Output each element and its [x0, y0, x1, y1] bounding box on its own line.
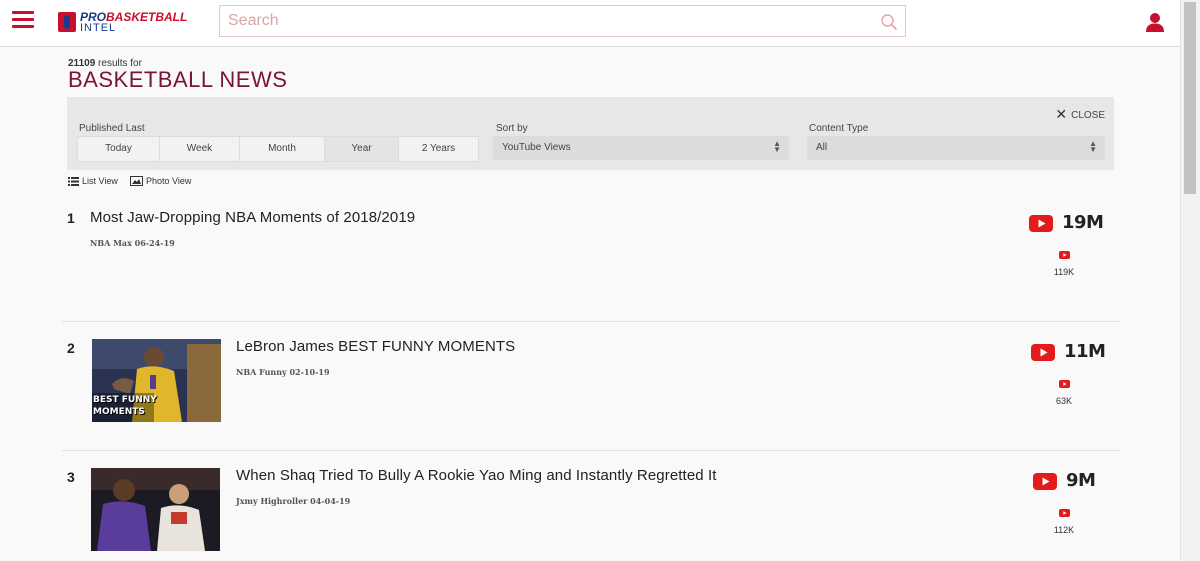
logo-mark-icon: [58, 12, 76, 32]
photo-view-label: Photo View: [146, 176, 192, 186]
view-count: 9M: [1066, 470, 1096, 491]
filter-panel: ✕ CLOSE Published Last Today Week Month Y…: [67, 97, 1114, 170]
search-icon[interactable]: [880, 13, 898, 31]
published-last-label: Published Last: [79, 123, 145, 134]
result-thumbnail[interactable]: BEST FUNNY MOMENTS: [92, 339, 221, 422]
close-filters-button[interactable]: ✕ CLOSE: [1055, 106, 1105, 123]
search-bar: [219, 5, 906, 37]
published-month-option[interactable]: Month: [240, 137, 325, 161]
youtube-small-icon: [1059, 251, 1070, 259]
page-title: BASKETBALL NEWS: [68, 67, 288, 92]
view-count: 19M: [1062, 212, 1104, 233]
like-count: 63K: [1055, 396, 1072, 406]
list-view-label: List View: [82, 176, 118, 186]
list-view-toggle[interactable]: List View: [68, 176, 118, 186]
photo-icon: [130, 176, 143, 186]
published-year-option[interactable]: Year: [325, 137, 399, 161]
logo-intel-text: INTEL: [80, 22, 117, 34]
result-thumbnail[interactable]: [91, 468, 220, 551]
like-count: 112K: [1053, 525, 1075, 535]
result-rank: 3: [67, 469, 75, 485]
youtube-icon: [1031, 344, 1055, 361]
user-icon[interactable]: [1144, 11, 1166, 33]
select-arrows-icon: ▲ ▼: [773, 139, 781, 154]
like-count: 119K: [1053, 267, 1075, 277]
select-arrows-icon: ▲ ▼: [1089, 139, 1097, 154]
top-header: PROBASKETBALL INTEL: [0, 0, 1180, 47]
close-icon: ✕: [1055, 106, 1068, 122]
close-label: CLOSE: [1071, 110, 1105, 121]
result-divider: [62, 321, 1120, 322]
sort-by-value: YouTube Views: [502, 142, 571, 153]
published-last-segmented-control: Today Week Month Year 2 Years: [77, 136, 479, 162]
content-type-value: All: [816, 142, 828, 153]
thumbnail-caption: BEST FUNNY MOMENTS: [93, 395, 157, 417]
search-input[interactable]: [220, 6, 876, 36]
youtube-small-icon: [1059, 380, 1070, 388]
result-title[interactable]: Most Jaw-Dropping NBA Moments of 2018/20…: [90, 209, 415, 226]
result-rank: 1: [67, 210, 75, 226]
page-scrollbar[interactable]: [1180, 0, 1200, 561]
content-type-select[interactable]: All ▲ ▼: [807, 136, 1105, 160]
published-2years-option[interactable]: 2 Years: [399, 137, 478, 161]
content-type-label: Content Type: [809, 123, 869, 134]
sort-by-select[interactable]: YouTube Views ▲ ▼: [493, 136, 789, 160]
result-rank: 2: [67, 340, 75, 356]
youtube-small-icon: [1059, 509, 1070, 517]
scrollbar-thumb[interactable]: [1184, 2, 1196, 194]
list-icon: [68, 177, 79, 186]
menu-icon[interactable]: [12, 11, 34, 29]
sort-by-label: Sort by: [496, 123, 528, 134]
result-meta: NBA Funny 02-10-19: [236, 367, 330, 377]
published-today-option[interactable]: Today: [78, 137, 160, 161]
photo-view-toggle[interactable]: Photo View: [130, 176, 191, 186]
result-divider: [62, 450, 1120, 451]
youtube-icon: [1033, 473, 1057, 490]
result-meta: Jxmy Highroller 04-04-19: [236, 496, 351, 506]
published-week-option[interactable]: Week: [160, 137, 240, 161]
logo-basketball-text: BASKETBALL: [106, 10, 188, 24]
result-meta: NBA Max 06-24-19: [90, 238, 175, 248]
view-count: 11M: [1064, 341, 1106, 362]
result-title[interactable]: LeBron James BEST FUNNY MOMENTS: [236, 338, 515, 355]
result-title[interactable]: When Shaq Tried To Bully A Rookie Yao Mi…: [236, 467, 717, 484]
site-logo[interactable]: PROBASKETBALL INTEL: [58, 10, 198, 34]
youtube-icon: [1029, 215, 1053, 232]
